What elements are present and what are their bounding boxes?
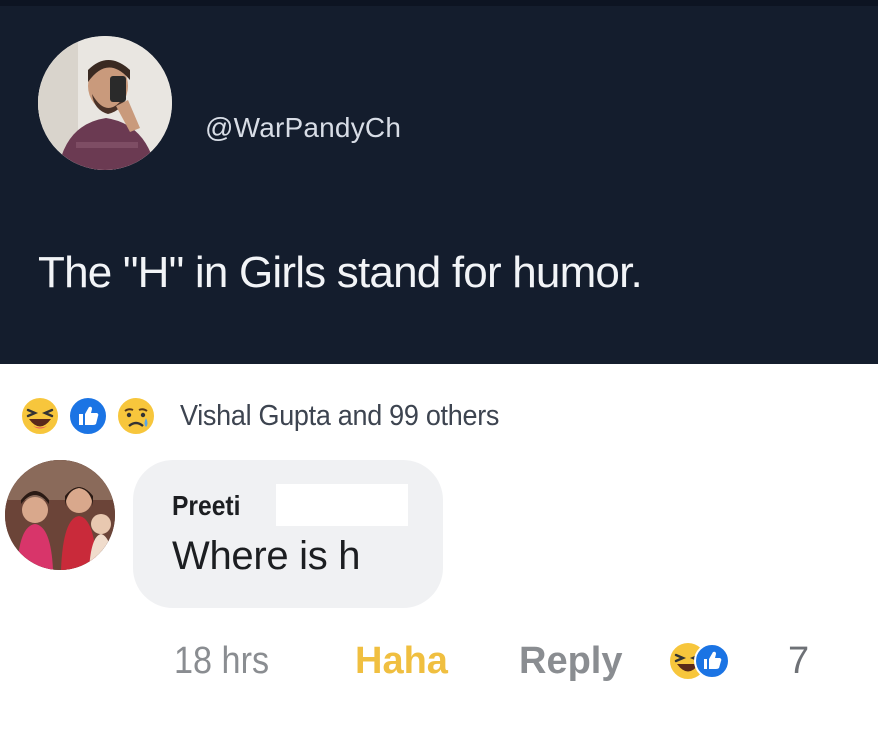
- sad-icon: [116, 396, 156, 436]
- tweet-card: @WarPandyCh The "H" in Girls stand for h…: [0, 0, 878, 364]
- like-icon: [694, 643, 730, 679]
- tweet-handle[interactable]: @WarPandyCh: [205, 112, 401, 144]
- haha-icon: [20, 396, 60, 436]
- reply-button[interactable]: Reply: [519, 640, 622, 683]
- like-icon: [68, 396, 108, 436]
- comment-author[interactable]: Preeti: [172, 490, 240, 522]
- comment-reaction-icons[interactable]: [667, 640, 731, 682]
- redacted-name-block: [276, 484, 408, 526]
- reaction-icons-group[interactable]: [20, 393, 178, 439]
- tweet-avatar[interactable]: [38, 36, 172, 170]
- comment-actions: 18 hrs Haha Reply 7: [174, 638, 809, 684]
- haha-button[interactable]: Haha: [355, 640, 448, 683]
- comment-timestamp[interactable]: 18 hrs: [174, 640, 269, 683]
- reactions-summary[interactable]: Vishal Gupta and 99 others: [180, 400, 499, 433]
- commenter-avatar[interactable]: [5, 460, 115, 570]
- tweet-top-border: [0, 0, 878, 6]
- avatar-photo-icon: [5, 460, 115, 570]
- avatar-photo-icon: [38, 36, 172, 170]
- post-reactions-row[interactable]: Vishal Gupta and 99 others: [20, 393, 523, 439]
- tweet-text: The "H" in Girls stand for humor.: [38, 248, 643, 297]
- comment-reaction-count[interactable]: 7: [788, 640, 809, 683]
- comment-text: Where is h: [172, 534, 361, 578]
